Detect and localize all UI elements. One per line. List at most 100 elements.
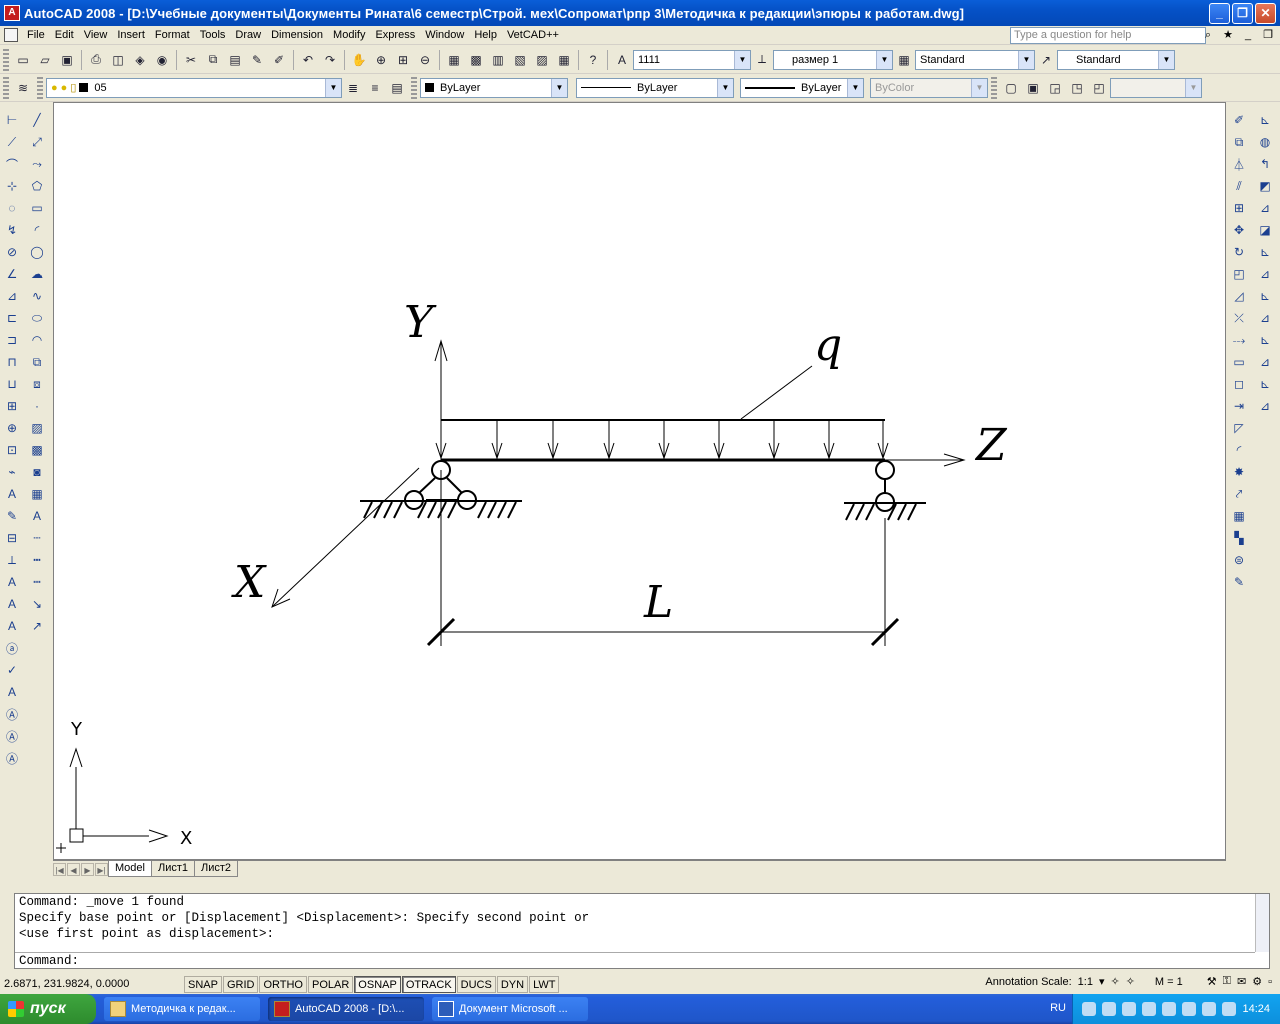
menu-window[interactable]: Window xyxy=(420,29,469,41)
menu-format[interactable]: Format xyxy=(150,29,195,41)
zoom-previous-icon[interactable]: ⊖ xyxy=(415,50,435,70)
point-icon[interactable]: · xyxy=(27,396,47,416)
table-style-select[interactable]: Standard ▼ xyxy=(915,49,1035,70)
right-support[interactable] xyxy=(844,460,926,512)
extend-icon[interactable]: ⤏ xyxy=(1229,330,1249,350)
ducs-toggle[interactable]: DUCS xyxy=(456,975,496,993)
scale-icon[interactable]: ◰ xyxy=(1229,264,1249,284)
region-icon[interactable]: ◙ xyxy=(27,462,47,482)
rectangle-icon[interactable]: ▭ xyxy=(27,198,47,218)
opera-icon[interactable] xyxy=(1202,1002,1217,1016)
ucs-face-icon[interactable]: ◩ xyxy=(1255,176,1275,196)
dim-break-icon[interactable]: ⊔ xyxy=(2,374,22,394)
polyline-edit-icon[interactable]: ⤤ xyxy=(1229,484,1249,504)
q-leader-line[interactable] xyxy=(740,365,813,420)
dim-style-icon[interactable]: ⟂ xyxy=(2,550,22,570)
align-icon[interactable]: ⊜ xyxy=(1229,550,1249,570)
menu-express[interactable]: Express xyxy=(370,29,420,41)
dim-edit-icon[interactable]: A xyxy=(2,484,22,504)
paste-icon[interactable]: ▤ xyxy=(225,50,245,70)
find-text-icon[interactable]: ⓐ xyxy=(2,638,22,658)
open-icon[interactable]: ▱ xyxy=(35,50,55,70)
markup-icon[interactable]: ▨ xyxy=(532,50,552,70)
properties-edit-icon[interactable]: ✎ xyxy=(1229,572,1249,592)
fillet-icon[interactable]: ◜ xyxy=(1229,440,1249,460)
chevron-down-icon[interactable]: ▼ xyxy=(325,78,341,97)
ortho-toggle[interactable]: ORTHO xyxy=(259,975,307,993)
break-at-point-icon[interactable]: ▭ xyxy=(1229,352,1249,372)
menu-vetcad[interactable]: VetCAD++ xyxy=(502,29,564,41)
star-icon[interactable]: ★ xyxy=(1220,27,1236,43)
network-icon[interactable] xyxy=(1082,1002,1097,1016)
command-scrollbar[interactable] xyxy=(1255,894,1269,952)
line-icon[interactable]: ╱ xyxy=(27,110,47,130)
circle-icon[interactable]: ◯ xyxy=(27,242,47,262)
chevron-down-icon[interactable]: ▼ xyxy=(734,50,750,69)
redo-icon[interactable]: ↷ xyxy=(320,50,340,70)
scale-m-readout[interactable]: M = 1 xyxy=(1155,976,1183,988)
volume-icon[interactable] xyxy=(1122,1002,1137,1016)
language-indicator[interactable]: RU xyxy=(1050,1002,1066,1014)
save-icon[interactable]: ▣ xyxy=(57,50,77,70)
chevron-down-icon[interactable]: ▼ xyxy=(1018,50,1034,69)
menu-draw[interactable]: Draw xyxy=(230,29,266,41)
zoom-window-icon[interactable]: ⊞ xyxy=(393,50,413,70)
properties-icon[interactable]: ▦ xyxy=(444,50,464,70)
annotation-visibility-icon[interactable]: ✧ xyxy=(1110,975,1119,988)
jogged-linear-icon[interactable]: ⌁ xyxy=(2,462,22,482)
join-icon[interactable]: ⇥ xyxy=(1229,396,1249,416)
drawing-canvas[interactable]: Y Z X q L Y X xyxy=(53,102,1226,860)
prev-tab-icon[interactable]: ◀ xyxy=(67,862,80,876)
hatch-icon[interactable]: ▨ xyxy=(27,418,47,438)
chamfer-icon[interactable]: ◸ xyxy=(1229,418,1249,438)
tab-model[interactable]: Model xyxy=(108,861,152,877)
construction-line-icon[interactable]: ⤢ xyxy=(27,132,47,152)
linear-dim-icon[interactable]: ⊢ xyxy=(2,110,22,130)
menu-help[interactable]: Help xyxy=(469,29,502,41)
ucs-world-icon[interactable]: ◍ xyxy=(1255,132,1275,152)
publish-icon[interactable]: ◈ xyxy=(130,50,150,70)
sheet-set-icon[interactable]: ▧ xyxy=(510,50,530,70)
leader-icon[interactable]: ↘ xyxy=(27,594,47,614)
offset-icon[interactable]: ⫽ xyxy=(1229,176,1249,196)
last-tab-icon[interactable]: ▶| xyxy=(95,862,108,876)
search-tray-icon[interactable] xyxy=(1162,1002,1177,1016)
menu-modify[interactable]: Modify xyxy=(328,29,370,41)
tool-palettes-icon[interactable]: ▥ xyxy=(488,50,508,70)
multileader-style-select[interactable]: Standard ▼ xyxy=(1057,49,1175,70)
break-icon[interactable]: ◻ xyxy=(1229,374,1249,394)
ucs-named-icon[interactable]: ⊿ xyxy=(1255,396,1275,416)
print-preview-icon[interactable]: ◫ xyxy=(108,50,128,70)
table-edit-icon[interactable]: ▦ xyxy=(1229,506,1249,526)
zoom-realtime-icon[interactable]: ⊕ xyxy=(371,50,391,70)
ucs-apply-icon[interactable]: ⊾ xyxy=(1255,374,1275,394)
chevron-down-icon[interactable]: ▾ xyxy=(1099,975,1105,988)
autocad-app-icon[interactable]: A xyxy=(4,5,20,21)
osnap-toggle[interactable]: OSNAP xyxy=(354,975,401,993)
table-icon[interactable]: ▦ xyxy=(27,484,47,504)
3d-dwf-icon[interactable]: ◉ xyxy=(152,50,172,70)
communication-icon[interactable]: ✉ xyxy=(1237,975,1246,988)
search-icon[interactable]: ⌕ xyxy=(1200,27,1216,43)
first-tab-icon[interactable]: |◀ xyxy=(53,862,66,876)
start-button[interactable]: пуск xyxy=(0,994,96,1024)
multiline-text-icon[interactable]: A xyxy=(2,572,22,592)
toolbar-grip[interactable] xyxy=(3,76,9,99)
ucs-zaxis-icon[interactable]: ⊿ xyxy=(1255,264,1275,284)
dyn-toggle[interactable]: DYN xyxy=(496,975,529,993)
single-text-icon[interactable]: A xyxy=(2,594,22,614)
dim-linear-icon[interactable]: ┄ xyxy=(27,528,47,548)
monitor-icon[interactable] xyxy=(1102,1002,1117,1016)
ucs-3point-icon[interactable]: ⊾ xyxy=(1255,286,1275,306)
baseline-dim-icon[interactable]: ⊏ xyxy=(2,308,22,328)
revision-cloud-icon[interactable]: ☁ xyxy=(27,264,47,284)
scale-text-icon[interactable]: Ⓐ xyxy=(2,704,22,724)
aligned-dim-icon[interactable]: ⟋ xyxy=(2,132,22,152)
layer-select[interactable]: ● ● ▯ 05 ▼ xyxy=(46,77,342,98)
text-style-icon[interactable]: A xyxy=(2,682,22,702)
clock[interactable]: 14:24 xyxy=(1242,1003,1270,1015)
polyline-icon[interactable]: ⤳ xyxy=(27,154,47,174)
toolbar-grip[interactable] xyxy=(3,48,9,71)
lineweight-select[interactable]: ByLayer ▼ xyxy=(740,77,864,98)
make-current-layer-icon[interactable]: ≣ xyxy=(343,78,363,98)
